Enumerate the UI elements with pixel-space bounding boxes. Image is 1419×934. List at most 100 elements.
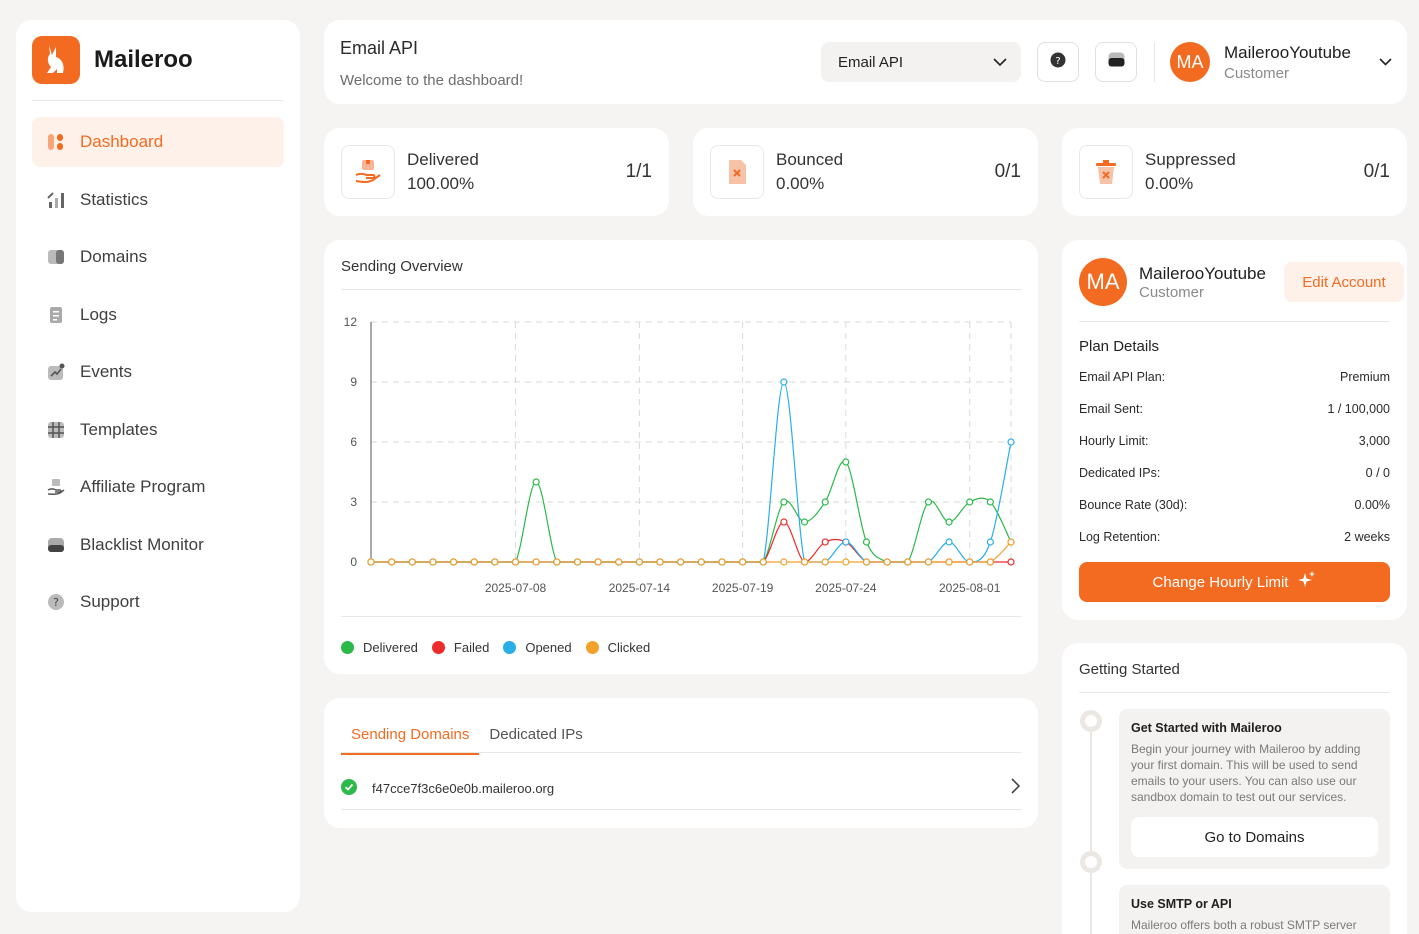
- plan-label: Dedicated IPs:: [1079, 466, 1161, 480]
- product-select[interactable]: Email API: [821, 42, 1021, 82]
- sidebar-item-dashboard[interactable]: Dashboard: [32, 117, 284, 167]
- plan-label: Bounce Rate (30d):: [1079, 498, 1188, 512]
- sidebar-item-statistics[interactable]: Statistics: [32, 175, 284, 225]
- sidebar-item-support[interactable]: ? Support: [32, 577, 284, 627]
- data-point-delivered: [986, 498, 994, 506]
- tab-sending-domains[interactable]: Sending Domains: [341, 722, 480, 755]
- card-divider: [1079, 692, 1390, 693]
- sidebar-item-logs[interactable]: Logs: [32, 290, 284, 340]
- brand-name: Maileroo: [94, 46, 193, 73]
- data-point-clicked: [883, 558, 891, 566]
- data-point-clicked: [594, 558, 602, 566]
- plan-row-dedicated-ips: Dedicated IPs: 0 / 0: [1079, 466, 1390, 480]
- stat-count: 1/1: [625, 161, 652, 182]
- x-tick-label: 2025-08-01: [939, 581, 1001, 595]
- data-point-delivered: [862, 538, 871, 546]
- sidebar-item-affiliate-program[interactable]: Affiliate Program: [32, 462, 284, 512]
- suppressed-icon: [1079, 145, 1133, 199]
- series-line-opened: [370, 381, 1012, 563]
- sidebar-item-label: Dashboard: [80, 132, 164, 151]
- kangaroo-logo-icon: [32, 36, 80, 84]
- data-point-opened: [986, 538, 994, 546]
- svg-text:?: ?: [1055, 56, 1060, 67]
- stat-value: 0.00%: [776, 174, 825, 193]
- data-point-delivered: [821, 498, 829, 506]
- plan-label: Email Sent:: [1079, 402, 1143, 416]
- x-tick-label: 2025-07-19: [712, 581, 774, 595]
- y-tick-label: 6: [350, 435, 357, 449]
- sidebar-item-blacklist-monitor[interactable]: Blacklist Monitor: [32, 520, 284, 570]
- stat-card-delivered: Delivered 100.00% 1/1: [324, 128, 669, 216]
- inbox-icon: [1108, 52, 1125, 72]
- edit-account-button[interactable]: Edit Account: [1284, 262, 1404, 302]
- y-tick-label: 12: [344, 315, 358, 329]
- legend-swatch: [585, 641, 599, 654]
- plan-value: 3,000: [1358, 434, 1390, 448]
- sidebar-item-label: Support: [80, 592, 140, 611]
- data-point-delivered: [945, 518, 953, 526]
- data-point-clicked: [573, 558, 582, 566]
- data-point-opened: [1007, 438, 1015, 446]
- go-to-domains-button[interactable]: Go to Domains: [1131, 817, 1378, 857]
- y-tick-label: 0: [350, 555, 357, 569]
- domains-card: Sending Domains Dedicated IPs f47cce7f3c…: [324, 698, 1038, 828]
- data-point-delivered: [532, 478, 540, 486]
- user-menu[interactable]: MA MailerooYoutube Customer: [1170, 42, 1392, 82]
- legend-item-delivered[interactable]: Delivered: [341, 640, 418, 655]
- step-body: Begin your journey with Maileroo by addi…: [1131, 742, 1361, 804]
- domain-row[interactable]: f47cce7f3c6e0e0b.maileroo.org: [341, 768, 1021, 808]
- legend-item-failed[interactable]: Failed: [431, 640, 489, 655]
- step-body: Maileroo offers both a robust SMTP serve…: [1131, 918, 1357, 932]
- y-tick-label: 3: [350, 495, 357, 509]
- account-name: MailerooYoutube: [1139, 264, 1266, 283]
- domains-icon: [46, 247, 66, 267]
- plan-value: 0 / 0: [1365, 466, 1390, 480]
- data-point-clicked: [945, 558, 953, 566]
- card-divider: [1079, 321, 1390, 322]
- stat-count: 0/1: [994, 161, 1021, 182]
- verified-check-icon: [341, 778, 357, 798]
- tabs-divider: [341, 752, 1021, 753]
- page-subtitle: Welcome to the dashboard!: [340, 72, 524, 89]
- sidebar-item-domains[interactable]: Domains: [32, 232, 284, 282]
- data-point-clicked: [656, 558, 664, 566]
- data-point-delivered: [800, 518, 809, 526]
- top-header: Email API Welcome to the dashboard! Emai…: [324, 20, 1407, 104]
- sidebar: Maileroo Dashboard Statistics Domains Lo…: [16, 20, 300, 912]
- sidebar-item-events[interactable]: Events: [32, 347, 284, 397]
- sidebar-item-templates[interactable]: Templates: [32, 405, 284, 455]
- x-tick-label: 2025-07-08: [485, 581, 547, 595]
- events-icon: [46, 362, 66, 382]
- plan-value: 2 weeks: [1344, 530, 1390, 544]
- help-button[interactable]: ?: [1037, 42, 1079, 82]
- data-point-clicked: [986, 558, 994, 566]
- sidebar-item-label: Logs: [80, 304, 117, 324]
- plan-value: 1 / 100,000: [1327, 402, 1390, 416]
- stat-value: 0.00%: [1145, 174, 1194, 193]
- x-tick-label: 2025-07-14: [609, 581, 671, 595]
- bounced-icon: [710, 145, 764, 199]
- data-point-clicked: [966, 558, 974, 566]
- chevron-down-icon: [1379, 53, 1392, 71]
- change-hourly-limit-button[interactable]: Change Hourly Limit: [1079, 562, 1390, 602]
- affiliate-icon: [46, 477, 66, 497]
- legend-item-opened[interactable]: Opened: [503, 640, 572, 655]
- sending-overview-chart: 0 3 6 9 12 2025-07-08 2025-07-14 2025-07-19 2025…: [344, 315, 1015, 595]
- getting-started-card: Getting Started Get Started with Mailero…: [1062, 643, 1407, 934]
- inbox-button[interactable]: [1095, 42, 1137, 82]
- chevron-right-icon: [1011, 777, 1021, 799]
- help-icon: ?: [1050, 52, 1066, 73]
- data-point-clicked: [759, 558, 767, 566]
- legend-item-clicked[interactable]: Clicked: [585, 640, 650, 655]
- data-point-clicked: [532, 558, 540, 566]
- brand[interactable]: Maileroo: [32, 36, 193, 84]
- tab-dedicated-ips[interactable]: Dedicated IPs: [479, 722, 592, 755]
- avatar: MA: [1079, 258, 1127, 306]
- data-point-failed: [1007, 558, 1015, 566]
- timeline-line: [1090, 711, 1092, 934]
- data-point-clicked: [491, 558, 499, 566]
- delivered-icon: [341, 145, 395, 199]
- data-point-clicked: [718, 558, 726, 566]
- legend-swatch: [431, 641, 445, 654]
- card-divider: [341, 289, 1021, 290]
